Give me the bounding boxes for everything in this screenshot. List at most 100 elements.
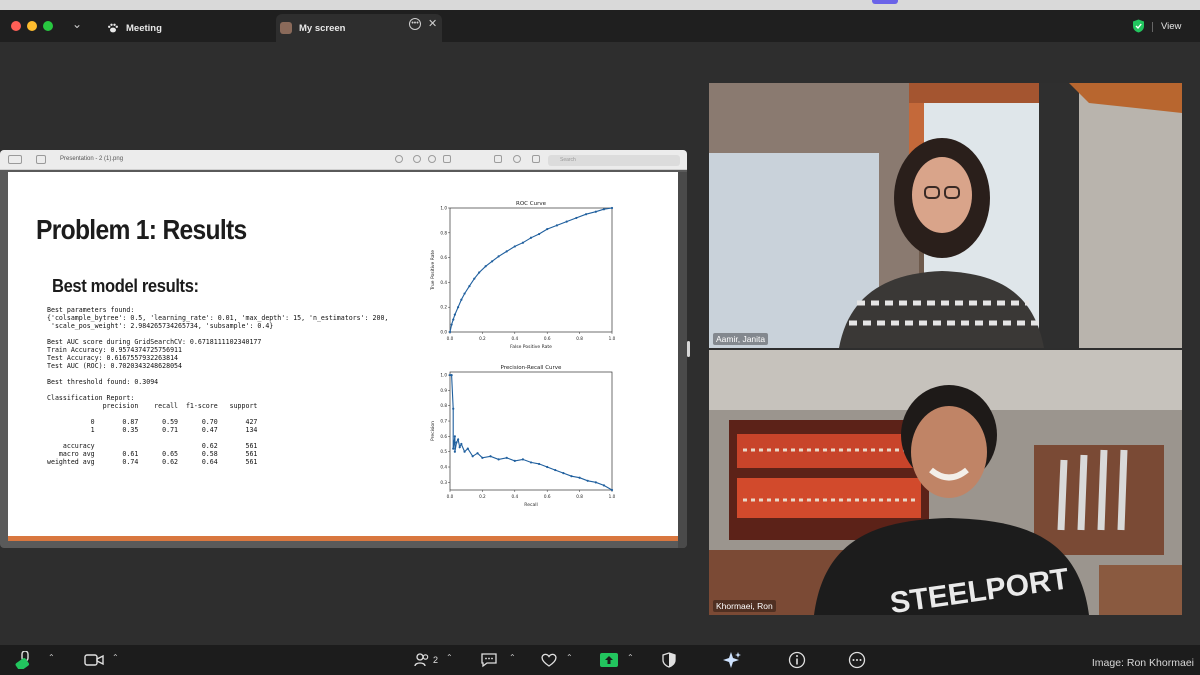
- data-point: [450, 373, 453, 377]
- data-point: [555, 224, 559, 227]
- chevron-up-icon[interactable]: ⌃: [446, 653, 453, 662]
- data-point: [584, 213, 588, 216]
- code-line: 1 0.35 0.71 0.47 134: [47, 426, 258, 434]
- tab-meeting[interactable]: Meeting: [100, 14, 276, 42]
- pr-chart: Precision-Recall Curve Recall Precision 0.0…: [418, 362, 618, 514]
- data-point: [586, 479, 589, 482]
- y-tick-label: 0.8: [440, 403, 447, 408]
- chevron-up-icon[interactable]: ⌃: [627, 653, 634, 662]
- search-input[interactable]: Search: [548, 155, 680, 166]
- roc-chart-svg: ROC Curve False Positive Rate True Positiv…: [430, 201, 616, 350]
- data-point: [491, 260, 494, 263]
- document-filename: Presentation - 2 (1).png: [60, 156, 124, 162]
- data-point: [562, 472, 565, 475]
- scrollbar[interactable]: [678, 172, 687, 548]
- zoom-in-icon[interactable]: [428, 155, 436, 163]
- data-point: [450, 323, 453, 326]
- code-line: 'scale_pos_weight': 2.984265734265734, '…: [47, 322, 274, 330]
- info-button[interactable]: [788, 651, 806, 669]
- participant-tile[interactable]: Aamir, Janita: [709, 83, 1182, 348]
- data-point: [602, 208, 605, 211]
- resize-handle[interactable]: [687, 341, 690, 357]
- ai-companion-button[interactable]: [722, 651, 742, 669]
- chart-title: ROC Curve: [516, 201, 547, 207]
- data-point: [468, 285, 471, 288]
- data-point: [476, 452, 479, 455]
- participant-tile[interactable]: STEELPORT Khormaei, Ron: [709, 350, 1182, 615]
- series-line: [450, 374, 613, 491]
- data-point: [521, 241, 524, 244]
- security-shield-icon[interactable]: [1132, 19, 1145, 33]
- rotate-icon[interactable]: [494, 155, 502, 163]
- participant-video: STEELPORT: [709, 350, 1182, 615]
- data-point: [453, 435, 456, 438]
- plot-frame: [449, 207, 613, 333]
- chevron-up-icon[interactable]: ⌃: [112, 653, 119, 662]
- chat-button[interactable]: [480, 651, 498, 669]
- minimize-window-button[interactable]: [27, 21, 37, 31]
- data-point: [455, 441, 458, 444]
- x-tick-label: 0.8: [576, 494, 583, 499]
- info-icon[interactable]: [395, 155, 403, 163]
- data-point: [610, 206, 614, 210]
- y-tick-label: 1.0: [440, 373, 447, 378]
- data-point: [554, 468, 557, 472]
- share-screen-button[interactable]: [600, 651, 618, 669]
- data-point: [497, 255, 500, 258]
- sidebar-toggle-icon[interactable]: [8, 155, 22, 164]
- chat-icon: [481, 653, 497, 668]
- chevron-down-icon[interactable]: ⌄: [72, 17, 82, 31]
- roc-chart: ROC Curve False Positive Rate True Positiv…: [418, 198, 618, 356]
- security-button[interactable]: [662, 651, 676, 669]
- data-point: [513, 459, 516, 462]
- code-line: Best threshold found: 0.3094: [47, 378, 159, 386]
- chevron-up-icon[interactable]: ⌃: [509, 653, 516, 662]
- code-line: weighted avg 0.74 0.62 0.64 561: [47, 458, 258, 466]
- more-button[interactable]: [848, 651, 866, 669]
- data-point: [575, 216, 578, 220]
- x-tick-label: 0.4: [511, 494, 518, 499]
- participant-name: Khormaei, Ron: [713, 600, 776, 612]
- code-line: 0 0.87 0.59 0.70 427: [47, 418, 258, 426]
- data-point: [513, 245, 516, 248]
- more-options-icon[interactable]: •••: [409, 18, 421, 30]
- markup-icon[interactable]: [513, 155, 521, 163]
- data-point: [453, 450, 456, 453]
- data-point: [489, 455, 492, 458]
- x-tick-label: 0.2: [479, 336, 486, 341]
- menu-accent: [872, 0, 898, 4]
- reactions-button[interactable]: [540, 651, 558, 669]
- data-point: [529, 461, 533, 464]
- close-window-button[interactable]: [11, 21, 21, 31]
- code-line: Best AUC score during GridSearchCV: 0.67…: [47, 338, 262, 346]
- zoom-out-icon[interactable]: [413, 155, 421, 163]
- y-tick-label: 0.7: [440, 419, 447, 424]
- y-tick-label: 0.8: [440, 230, 447, 235]
- x-tick-label: 1.0: [609, 494, 616, 499]
- video-button[interactable]: [84, 651, 104, 669]
- image-credit: Image: Ron Khormaei: [1091, 657, 1194, 669]
- edit-icon[interactable]: [532, 155, 540, 163]
- data-point: [529, 236, 533, 239]
- zoom-meeting-window: ⌄ Meeting My screen ••• ✕ View Presentat…: [0, 0, 1200, 675]
- share-icon[interactable]: [443, 155, 451, 163]
- slide-subtitle: Best model results:: [52, 276, 199, 296]
- chevron-up-icon[interactable]: ⌃: [48, 653, 55, 662]
- video-camera-icon: [84, 654, 104, 666]
- participants-button[interactable]: 2: [414, 651, 438, 669]
- chevron-up-icon[interactable]: ⌃: [566, 653, 573, 662]
- fullscreen-window-button[interactable]: [43, 21, 53, 31]
- x-tick-label: 0.4: [511, 336, 518, 341]
- mute-button[interactable]: [14, 651, 36, 669]
- view-button[interactable]: View: [1161, 21, 1181, 32]
- microphone-icon: [15, 651, 29, 669]
- view-menu-icon[interactable]: [36, 155, 46, 164]
- chart-title: Precision-Recall Curve: [501, 365, 563, 371]
- close-icon[interactable]: ✕: [428, 17, 437, 30]
- tab-meeting-label: Meeting: [126, 22, 162, 34]
- data-point: [546, 227, 549, 231]
- y-tick-label: 0.4: [440, 280, 447, 285]
- code-line: precision recall f1-score support: [47, 402, 258, 410]
